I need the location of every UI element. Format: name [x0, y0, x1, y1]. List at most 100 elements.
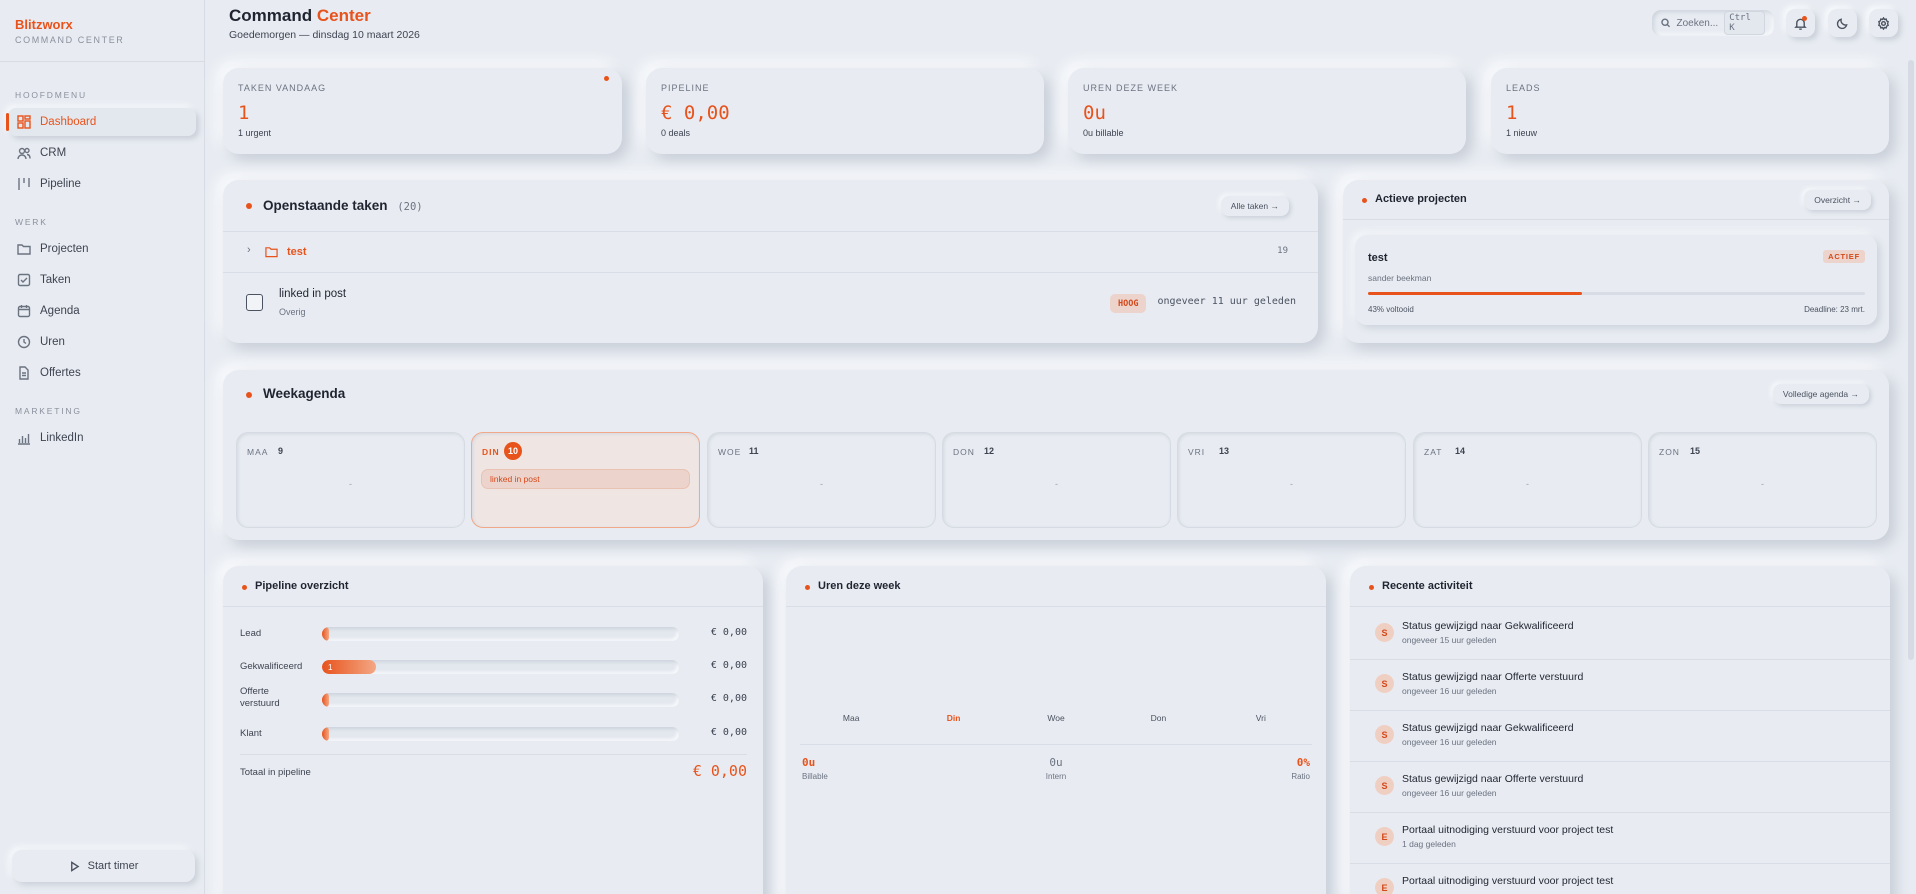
all-tasks-button[interactable]: Alle taken →	[1220, 196, 1289, 216]
agenda-event[interactable]: linked in post	[481, 469, 690, 489]
hours-day-label: Don	[1150, 713, 1167, 723]
priority-badge: HOOG	[1110, 294, 1147, 313]
section-dot	[246, 203, 252, 209]
section-dot	[1369, 585, 1374, 590]
day-column-vri[interactable]: VRI 13 -	[1177, 432, 1406, 528]
chevron-right-icon[interactable]: ›	[247, 244, 251, 256]
search-input[interactable]: Zoeken... Ctrl K	[1652, 10, 1774, 36]
sidebar-item-label: Uren	[40, 336, 65, 348]
task-checkbox[interactable]	[246, 294, 263, 311]
sidebar-item-agenda[interactable]: Agenda	[8, 297, 196, 325]
stat-sub: 1 urgent	[238, 128, 272, 138]
page-title-main: Command	[229, 6, 313, 25]
page-title: Command Center	[229, 6, 371, 26]
activity-item[interactable]: E Portaal uitnodiging verstuurd voor pro…	[1350, 864, 1890, 894]
task-row[interactable]: linked in post Overig HOOG ongeveer 11 u…	[223, 274, 1318, 332]
stat-card-taken[interactable]: TAKEN VANDAAG 1 1 urgent	[223, 68, 622, 154]
pipeline-row-gekwalificeerd[interactable]: Gekwalificeerd 1 € 0,00	[240, 656, 747, 678]
brand-name[interactable]: Blitzworx	[15, 17, 189, 32]
avatar: S	[1375, 725, 1394, 744]
stat-sub: 0u billable	[1083, 128, 1124, 138]
moon-icon	[1836, 17, 1848, 29]
sidebar-item-offertes[interactable]: Offertes	[8, 359, 196, 387]
tasks-count: (20)	[397, 201, 423, 213]
projects-title: Actieve projecten	[1375, 193, 1467, 205]
section-dot	[242, 585, 247, 590]
search-shortcut: Ctrl K	[1724, 11, 1765, 35]
pipeline-bar-count: 1	[328, 662, 333, 672]
task-group-row[interactable]: › test 19	[223, 232, 1318, 273]
day-column-zat[interactable]: ZAT 14 -	[1413, 432, 1642, 528]
pipeline-row-offerte[interactable]: Offerte verstuurd € 0,00	[240, 686, 747, 714]
activity-item-time: ongeveer 16 uur geleden	[1402, 686, 1497, 696]
day-number: 14	[1455, 446, 1466, 456]
project-item[interactable]: test sander beekman ACTIEF 43% voltooid …	[1355, 235, 1877, 325]
page-scrollbar[interactable]	[1908, 60, 1914, 660]
day-empty: -	[349, 479, 352, 489]
stat-label: PIPELINE	[661, 83, 710, 93]
project-progress-track	[1368, 292, 1865, 295]
sidebar-item-projecten[interactable]: Projecten	[8, 235, 196, 263]
activity-item[interactable]: S Status gewijzigd naar Gekwalificeerd o…	[1350, 711, 1890, 762]
activity-item[interactable]: E Portaal uitnodiging verstuurd voor pro…	[1350, 813, 1890, 864]
task-time: ongeveer 11 uur geleden	[1157, 296, 1296, 307]
pipeline-stage-label: Gekwalificeerd	[240, 661, 303, 672]
play-icon	[70, 860, 80, 872]
day-column-woe[interactable]: WOE 11 -	[707, 432, 936, 528]
day-name: MAA	[247, 447, 269, 457]
theme-toggle-button[interactable]	[1828, 9, 1857, 37]
sidebar-item-crm[interactable]: CRM	[8, 139, 196, 167]
day-column-din[interactable]: DIN 10 linked in post	[471, 432, 700, 528]
hours-intern-label: Intern	[1045, 772, 1067, 781]
notifications-button[interactable]	[1786, 9, 1815, 37]
pipeline-row-klant[interactable]: Klant € 0,00	[240, 723, 747, 745]
hours-divider	[800, 744, 1312, 745]
day-column-don[interactable]: DON 12 -	[942, 432, 1171, 528]
sidebar-item-pipeline[interactable]: Pipeline	[8, 170, 196, 198]
stat-card-pipeline[interactable]: PIPELINE € 0,00 0 deals	[646, 68, 1044, 154]
pipeline-amount: € 0,00	[710, 660, 747, 671]
stat-card-leads[interactable]: LEADS 1 1 nieuw	[1491, 68, 1889, 154]
sidebar-item-label: Dashboard	[40, 116, 97, 128]
pipeline-card-header: Pipeline overzicht	[223, 566, 763, 607]
projects-card-header: Actieve projecten Overzicht →	[1343, 180, 1889, 220]
full-agenda-button[interactable]: Volledige agenda →	[1772, 384, 1869, 404]
folder-icon	[265, 247, 278, 258]
projects-overview-button[interactable]: Overzicht →	[1804, 190, 1871, 210]
hours-day-label: Maa	[842, 713, 860, 723]
hours-card: Uren deze week Maa Din Woe Don Vri 0u Bi…	[786, 566, 1326, 894]
hours-day-labels: Maa Din Woe Don Vri	[800, 713, 1312, 733]
stat-card-uren[interactable]: UREN DEZE WEEK 0u 0u billable	[1068, 68, 1466, 154]
sidebar-item-taken[interactable]: Taken	[8, 266, 196, 294]
day-column-zon[interactable]: ZON 15 -	[1648, 432, 1877, 528]
task-title: linked in post	[279, 288, 347, 300]
sidebar-item-uren[interactable]: Uren	[8, 328, 196, 356]
activity-item[interactable]: S Status gewijzigd naar Gekwalificeerd o…	[1350, 609, 1890, 660]
settings-button[interactable]	[1869, 9, 1898, 37]
activity-item-time: ongeveer 16 uur geleden	[1402, 737, 1497, 747]
start-timer-button[interactable]: Start timer	[12, 850, 195, 882]
activity-item-title: Portaal uitnodiging verstuurd voor proje…	[1402, 875, 1614, 887]
day-column-maa[interactable]: MAA 9 -	[236, 432, 465, 528]
activity-item-title: Status gewijzigd naar Offerte verstuurd	[1402, 671, 1584, 683]
day-empty: -	[1526, 479, 1529, 489]
pipeline-row-lead[interactable]: Lead € 0,00	[240, 623, 747, 645]
hours-ratio-label: Ratio	[1291, 772, 1310, 781]
day-name: DON	[953, 447, 975, 457]
activity-item-title: Portaal uitnodiging verstuurd voor proje…	[1402, 824, 1614, 836]
stat-sub: 0 deals	[661, 128, 691, 138]
project-deadline: Deadline: 23 mrt.	[1804, 305, 1865, 314]
activity-item[interactable]: S Status gewijzigd naar Offerte verstuur…	[1350, 762, 1890, 813]
pipeline-title: Pipeline overzicht	[255, 580, 349, 592]
tasks-card-header: Openstaande taken (20) Alle taken →	[223, 180, 1318, 232]
sidebar-item-dashboard[interactable]: Dashboard	[6, 108, 196, 136]
activity-item[interactable]: S Status gewijzigd naar Offerte verstuur…	[1350, 660, 1890, 711]
stat-value: 1	[1506, 102, 1518, 124]
project-name: test	[1368, 252, 1388, 264]
project-progress-fill	[1368, 292, 1582, 295]
sidebar-item-label: LinkedIn	[40, 432, 84, 444]
task-group-name: test	[287, 246, 307, 258]
search-icon	[1661, 18, 1671, 28]
sidebar-item-linkedin[interactable]: LinkedIn	[8, 424, 196, 452]
stat-label: UREN DEZE WEEK	[1083, 83, 1179, 93]
